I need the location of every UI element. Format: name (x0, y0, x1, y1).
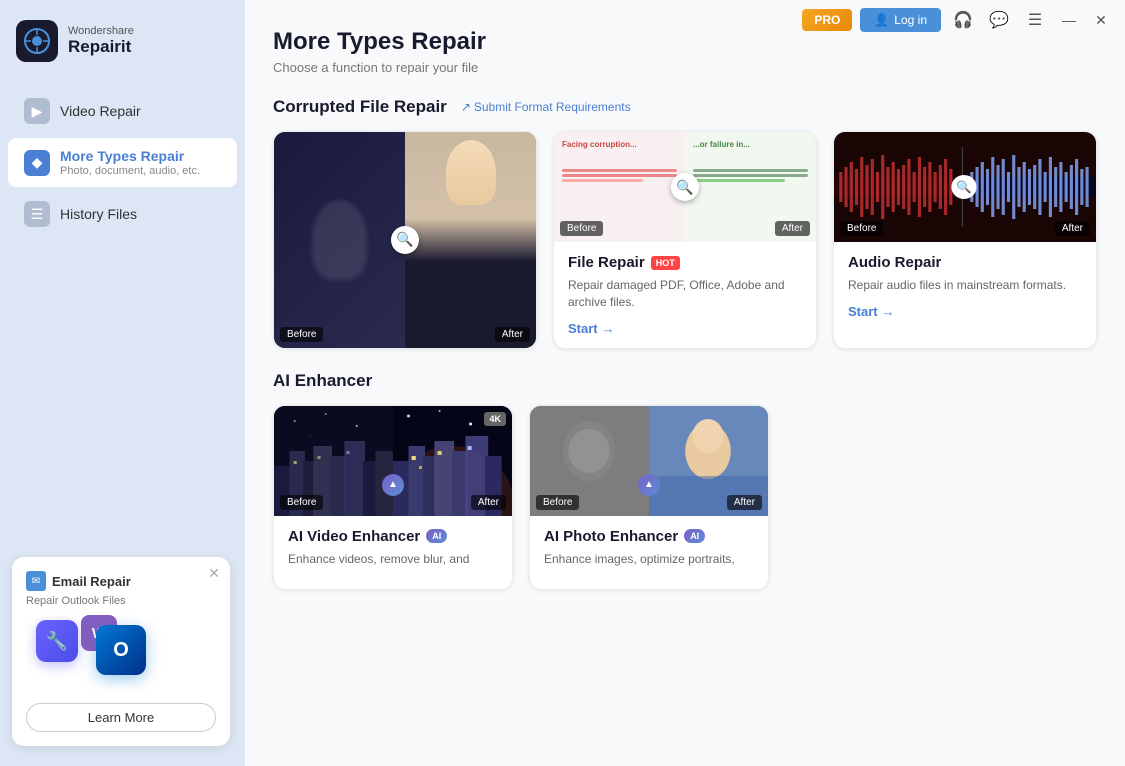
logo-text: Wondershare Repairit (68, 25, 134, 57)
promo-image: 🔧 O W (26, 615, 216, 695)
file-repair-hot-badge: HOT (651, 256, 680, 270)
audio-repair-card: 🔍 Before After Audio Repair Repair audio… (833, 131, 1097, 349)
submit-format-link[interactable]: ↗ Submit Format Requirements (461, 100, 631, 114)
ai-video-badge: AI (426, 529, 447, 543)
corrupted-file-repair-section-header: Corrupted File Repair ↗ Submit Format Re… (273, 97, 1097, 117)
promo-title: Email Repair (52, 574, 131, 589)
page-subtitle: Choose a function to repair your file (273, 60, 1097, 75)
video-repair-icon: ▶ (24, 98, 50, 124)
ai-enhancer-section-header: AI Enhancer (273, 371, 1097, 391)
menu-icon[interactable]: ☰ (1021, 6, 1049, 34)
audio-after-label: After (1055, 221, 1090, 236)
audio-repair-card-title: Audio Repair (848, 254, 941, 271)
sidebar: Wondershare Repairit ▶ Video Repair ◆ Mo… (0, 0, 245, 766)
main-content: More Types Repair Choose a function to r… (245, 0, 1125, 766)
ai-photo-enhancer-dot: ▲ (638, 474, 660, 496)
external-link-icon: ↗ (461, 100, 471, 114)
more-types-sublabel: Photo, document, audio, etc. (60, 165, 200, 177)
logo-product: Repairit (68, 37, 134, 57)
close-button[interactable]: ✕ (1089, 8, 1113, 32)
photo-repair-body: Photo Repair HOT Repair corrupted photos… (274, 348, 536, 349)
sidebar-item-more-types-repair[interactable]: ◆ More Types Repair Photo, document, aud… (8, 138, 237, 187)
photo-after-label: After (495, 327, 530, 342)
learn-more-button[interactable]: Learn More (26, 703, 216, 732)
logo-area: Wondershare Repairit (0, 20, 245, 86)
photo-repair-image: Before 🔍 After (274, 132, 536, 348)
audio-repair-desc: Repair audio files in mainstream formats… (848, 277, 1082, 294)
more-types-icon: ◆ (24, 150, 50, 176)
title-bar: PRO 👤 Log in 🎧 💬 ☰ — ✕ (802, 0, 1125, 40)
svg-text:🔍: 🔍 (956, 179, 972, 194)
ai-photo-badge: AI (684, 529, 705, 543)
history-files-icon: ☰ (24, 201, 50, 227)
outlook-promo-icon: O (96, 625, 146, 675)
ai-enhancer-cards: 4K ▲ Before After AI Video Enhancer AI E… (273, 405, 1097, 591)
promo-close-button[interactable]: ✕ (208, 565, 220, 582)
more-types-label: More Types Repair (60, 148, 200, 164)
4k-badge: 4K (484, 412, 506, 426)
ai-video-before-label: Before (280, 495, 323, 510)
corrupted-file-repair-title: Corrupted File Repair (273, 97, 447, 117)
ai-photo-enhancer-card: ▲ Before After AI Photo Enhancer AI Enha… (529, 405, 769, 591)
promo-card: ✕ ✉ Email Repair Repair Outlook Files 🔧 … (12, 557, 230, 746)
file-repair-body: File Repair HOT Repair damaged PDF, Offi… (554, 242, 816, 348)
ai-photo-after-label: After (727, 495, 762, 510)
chat-icon[interactable]: 💬 (985, 6, 1013, 34)
audio-before-label: Before (840, 221, 883, 236)
photo-repair-overlay-icon: 🔍 (391, 226, 419, 254)
ai-video-after-label: After (471, 495, 506, 510)
photo-repair-card: Before 🔍 After Photo Repair HOT Repair c… (273, 131, 537, 349)
file-repair-desc: Repair damaged PDF, Office, Adobe and ar… (568, 277, 802, 311)
video-repair-label: Video Repair (60, 103, 141, 119)
history-files-label: History Files (60, 206, 137, 222)
file-repair-card-title: File Repair (568, 254, 645, 271)
file-after-label: After (775, 221, 810, 236)
corrupted-file-repair-cards: Before 🔍 After Photo Repair HOT Repair c… (273, 131, 1097, 349)
audio-repair-body: Audio Repair Repair audio files in mains… (834, 242, 1096, 331)
file-repair-image: Facing corruption... 🔍 ...or failure in.… (554, 132, 816, 242)
promo-title-row: ✉ Email Repair (26, 571, 216, 591)
photo-before-label: Before (280, 327, 323, 342)
minimize-button[interactable]: — (1057, 8, 1081, 32)
ai-photo-enhancer-image: ▲ Before After (530, 406, 768, 516)
file-repair-start-button[interactable]: Start → (568, 321, 802, 336)
file-repair-overlay-icon: 🔍 (671, 173, 699, 201)
arrow-icon: → (602, 321, 615, 336)
user-icon: 👤 (874, 13, 889, 27)
audio-repair-image: 🔍 Before After (834, 132, 1096, 242)
pro-badge[interactable]: PRO (802, 9, 852, 31)
promo-subtitle: Repair Outlook Files (26, 595, 216, 607)
ai-video-enhancer-body: AI Video Enhancer AI Enhance videos, rem… (274, 516, 512, 590)
ai-video-enhancer-card: 4K ▲ Before After AI Video Enhancer AI E… (273, 405, 513, 591)
ai-photo-enhancer-body: AI Photo Enhancer AI Enhance images, opt… (530, 516, 768, 590)
ai-photo-before-label: Before (536, 495, 579, 510)
headphones-icon[interactable]: 🎧 (949, 6, 977, 34)
repair-tool-promo-icon: 🔧 (36, 620, 78, 662)
ai-video-enhancer-card-title: AI Video Enhancer (288, 528, 420, 545)
email-icon: ✉ (26, 571, 46, 591)
photo-before: Before (274, 132, 405, 348)
ai-photo-enhancer-card-title: AI Photo Enhancer (544, 528, 678, 545)
ai-video-enhancer-image: 4K ▲ Before After (274, 406, 512, 516)
file-before-label: Before (560, 221, 603, 236)
sidebar-item-video-repair[interactable]: ▶ Video Repair (8, 88, 237, 134)
photo-after: After (405, 132, 536, 348)
sidebar-item-history-files[interactable]: ☰ History Files (8, 191, 237, 237)
ai-video-enhancer-desc: Enhance videos, remove blur, and (288, 551, 498, 568)
audio-repair-start-button[interactable]: Start → (848, 304, 1082, 319)
ai-photo-enhancer-desc: Enhance images, optimize portraits, (544, 551, 754, 568)
arrow-icon: → (882, 304, 895, 319)
ai-video-enhancer-dot: ▲ (382, 474, 404, 496)
login-button[interactable]: 👤 Log in (860, 8, 941, 32)
ai-enhancer-title: AI Enhancer (273, 371, 372, 391)
file-repair-card: Facing corruption... 🔍 ...or failure in.… (553, 131, 817, 349)
logo-brand: Wondershare (68, 25, 134, 37)
app-logo-icon (16, 20, 58, 62)
